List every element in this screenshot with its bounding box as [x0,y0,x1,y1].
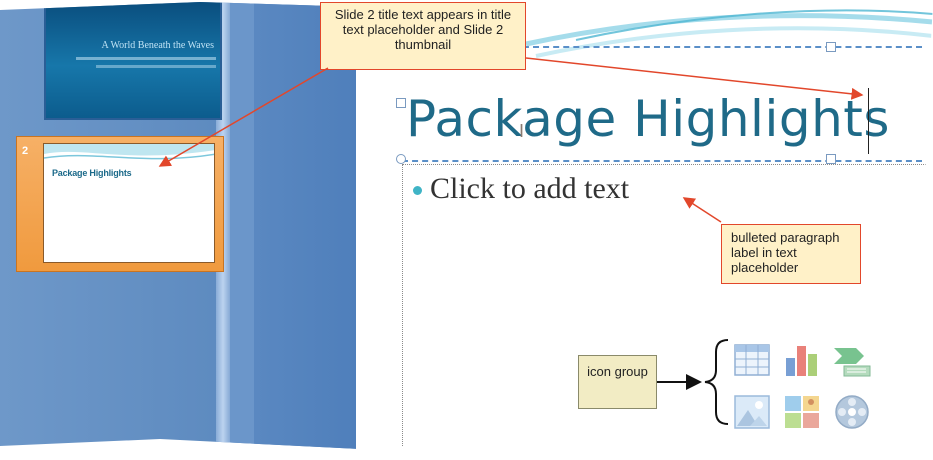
insert-smartart-icon[interactable] [832,340,872,380]
bullet-icon [413,186,422,195]
slide-thumbnail-1[interactable]: A World Beneath the Waves [44,1,222,120]
insert-clip-art-icon[interactable] [782,392,822,432]
slide-thumbnail-1-title: A World Beneath the Waves [101,40,214,51]
slide-thumbnail-2[interactable]: Package Highlights [43,143,215,263]
insert-table-icon[interactable] [732,340,772,380]
slide-thumbnail-1-subtitle-line [76,57,216,60]
title-callout: Slide 2 title text appears in title text… [320,2,526,70]
slide-thumbnail-2-selected[interactable]: 2 Package Highlights [16,136,224,272]
insert-picture-icon[interactable] [732,392,772,432]
resize-handle[interactable] [396,154,406,164]
icon-group-callout: icon group [578,355,657,409]
text-placeholder-prompt[interactable]: Click to add text [430,172,629,206]
slide-number: 2 [22,145,29,157]
content-icon-group [732,340,880,436]
slide-title-text[interactable]: Package Highlights [406,90,890,148]
slides-pane: A World Beneath the Waves 2 Package High… [0,1,356,449]
bullet-callout: bulleted paragraph label in text placeho… [721,224,861,284]
resize-handle[interactable] [826,154,836,164]
i-beam-pointer-icon: I [519,121,525,141]
resize-handle[interactable] [826,42,836,52]
insert-media-clip-icon[interactable] [832,392,872,432]
insertion-point [868,88,869,154]
pane-divider [230,1,254,449]
resize-handle[interactable] [396,98,406,108]
slide-thumbnail-2-title: Package Highlights [52,168,132,178]
slide-thumbnail-1-subtitle-line [96,65,216,68]
insert-chart-icon[interactable] [782,340,822,380]
thumbnail-wave-decoration [44,144,214,160]
